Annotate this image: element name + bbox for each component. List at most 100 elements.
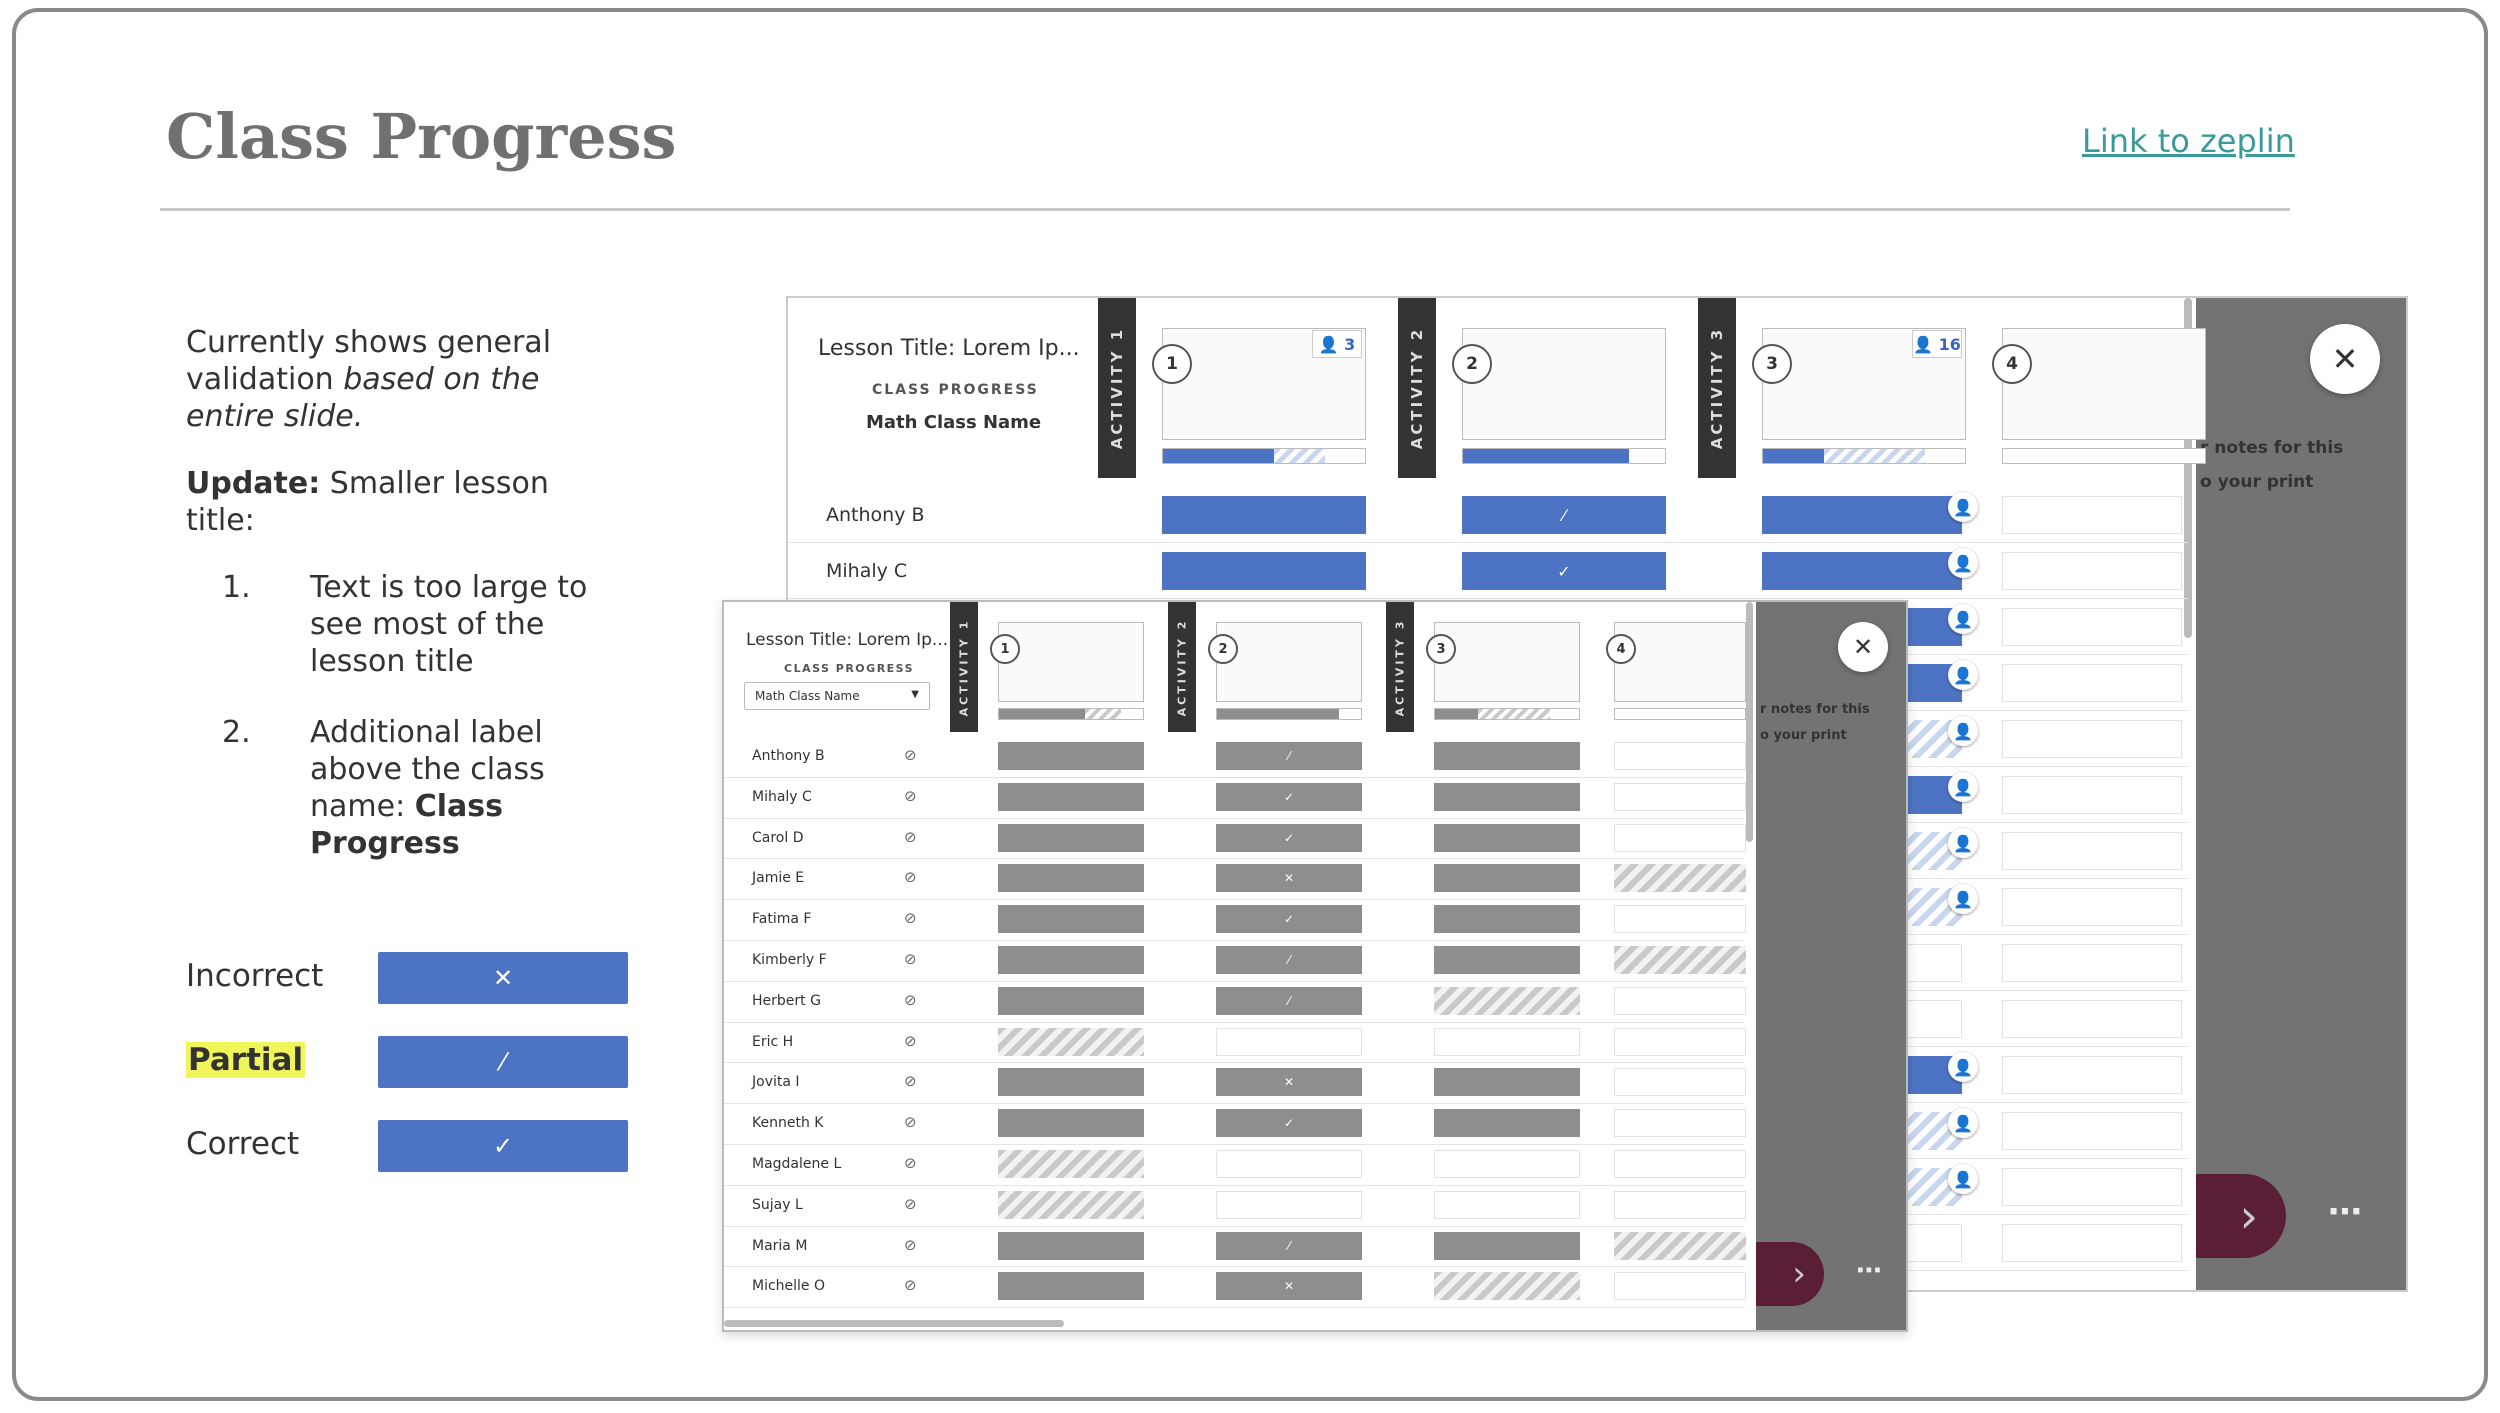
more-icon[interactable]: ⋯ (1856, 1256, 1882, 1286)
result-cell[interactable] (998, 905, 1144, 933)
result-cell[interactable] (1434, 1150, 1580, 1178)
result-cell[interactable] (1614, 987, 1746, 1015)
result-cell[interactable] (1614, 946, 1746, 974)
result-cell[interactable] (2002, 720, 2182, 758)
result-cell[interactable] (1434, 1272, 1580, 1300)
result-cell[interactable]: ✓ (1216, 1109, 1362, 1137)
result-cell[interactable] (998, 1109, 1144, 1137)
close-icon[interactable]: ✕ (1838, 622, 1888, 672)
student-name[interactable]: Magdalene L (752, 1156, 841, 1172)
hidden-visibility-icon[interactable]: ⊘ (904, 991, 917, 1009)
result-cell[interactable] (2002, 944, 2182, 982)
result-cell[interactable] (1434, 742, 1580, 770)
student-name[interactable]: Michelle O (752, 1278, 825, 1294)
student-name[interactable]: Carol D (752, 830, 804, 846)
result-cell[interactable] (1162, 496, 1366, 534)
result-cell[interactable] (1434, 1028, 1580, 1056)
result-cell[interactable] (1614, 1109, 1746, 1137)
student-name[interactable]: Herbert G (752, 993, 821, 1009)
student-name[interactable]: Fatima F (752, 911, 811, 927)
student-name[interactable]: Mihaly C (752, 789, 812, 805)
result-cell[interactable] (2002, 1056, 2182, 1094)
result-cell[interactable] (998, 864, 1144, 892)
result-cell[interactable]: ⁄ (1216, 742, 1362, 770)
result-cell[interactable]: ⁄ (1216, 1232, 1362, 1260)
result-cell[interactable] (1216, 1150, 1362, 1178)
result-cell[interactable] (2002, 552, 2182, 590)
student-name[interactable]: Jovita I (752, 1074, 800, 1090)
student-name[interactable]: Kenneth K (752, 1115, 823, 1131)
result-cell[interactable] (2002, 1000, 2182, 1038)
result-cell[interactable] (2002, 608, 2182, 646)
problem-thumbnail[interactable] (1216, 622, 1362, 702)
result-cell[interactable]: ⁄ (1216, 946, 1362, 974)
more-icon[interactable]: ⋯ (2328, 1192, 2362, 1232)
hidden-visibility-icon[interactable]: ⊘ (904, 909, 917, 927)
result-cell[interactable] (1162, 552, 1366, 590)
result-cell[interactable] (1434, 1232, 1580, 1260)
hidden-visibility-icon[interactable]: ⊘ (904, 1195, 917, 1213)
result-cell[interactable] (998, 1272, 1144, 1300)
result-cell[interactable] (1434, 783, 1580, 811)
result-cell[interactable] (1434, 824, 1580, 852)
student-name[interactable]: Sujay L (752, 1197, 803, 1213)
student-name[interactable]: Maria M (752, 1238, 807, 1254)
result-cell[interactable] (2002, 1168, 2182, 1206)
result-cell[interactable] (998, 824, 1144, 852)
result-cell[interactable] (1216, 1191, 1362, 1219)
problem-thumbnail[interactable] (1434, 622, 1580, 702)
result-cell[interactable] (1614, 1150, 1746, 1178)
hidden-visibility-icon[interactable]: ⊘ (904, 1236, 917, 1254)
hidden-visibility-icon[interactable]: ⊘ (904, 1032, 917, 1050)
close-icon[interactable]: ✕ (2310, 324, 2380, 394)
hidden-visibility-icon[interactable]: ⊘ (904, 1154, 917, 1172)
result-cell[interactable] (2002, 776, 2182, 814)
problem-thumbnail[interactable] (2002, 328, 2206, 440)
result-cell[interactable] (998, 742, 1144, 770)
student-name[interactable]: Kimberly F (752, 952, 827, 968)
result-cell[interactable] (1762, 496, 1962, 534)
student-name[interactable]: Jamie E (752, 870, 804, 886)
problem-thumbnail[interactable] (1462, 328, 1666, 440)
result-cell[interactable] (2002, 496, 2182, 534)
next-arrow-icon[interactable]: › (2196, 1174, 2286, 1258)
result-cell[interactable] (2002, 664, 2182, 702)
result-cell[interactable] (1614, 783, 1746, 811)
result-cell[interactable] (1614, 1272, 1746, 1300)
result-cell[interactable] (1614, 1232, 1746, 1260)
result-cell[interactable] (1434, 1109, 1580, 1137)
problem-thumbnail[interactable] (998, 622, 1144, 702)
hidden-visibility-icon[interactable]: ⊘ (904, 868, 917, 886)
result-cell[interactable] (1434, 946, 1580, 974)
result-cell[interactable] (1614, 864, 1746, 892)
result-cell[interactable] (1614, 1191, 1746, 1219)
result-cell[interactable] (998, 1232, 1144, 1260)
result-cell[interactable] (998, 946, 1144, 974)
result-cell[interactable] (1434, 987, 1580, 1015)
result-cell[interactable] (1614, 905, 1746, 933)
hidden-visibility-icon[interactable]: ⊘ (904, 950, 917, 968)
result-cell[interactable] (1434, 905, 1580, 933)
result-cell[interactable] (2002, 1224, 2182, 1262)
result-cell[interactable] (998, 1150, 1144, 1178)
result-cell[interactable]: ⁄ (1462, 496, 1666, 534)
result-cell[interactable] (2002, 1112, 2182, 1150)
problem-thumbnail[interactable] (1614, 622, 1746, 702)
hidden-visibility-icon[interactable]: ⊘ (904, 746, 917, 764)
result-cell[interactable] (998, 987, 1144, 1015)
student-name[interactable]: Anthony B (826, 504, 925, 526)
result-cell[interactable] (1614, 1028, 1746, 1056)
student-name[interactable]: Mihaly C (826, 560, 907, 582)
result-cell[interactable] (1216, 1028, 1362, 1056)
result-cell[interactable] (998, 1028, 1144, 1056)
result-cell[interactable] (1614, 742, 1746, 770)
result-cell[interactable]: ✕ (1216, 1068, 1362, 1096)
next-arrow-icon[interactable]: › (1756, 1242, 1824, 1306)
result-cell[interactable]: ✓ (1216, 824, 1362, 852)
zeplin-link[interactable]: Link to zeplin (2082, 122, 2295, 160)
hidden-visibility-icon[interactable]: ⊘ (904, 1113, 917, 1131)
result-cell[interactable] (998, 783, 1144, 811)
result-cell[interactable] (1614, 1068, 1746, 1096)
student-name[interactable]: Eric H (752, 1034, 793, 1050)
result-cell[interactable] (1434, 864, 1580, 892)
